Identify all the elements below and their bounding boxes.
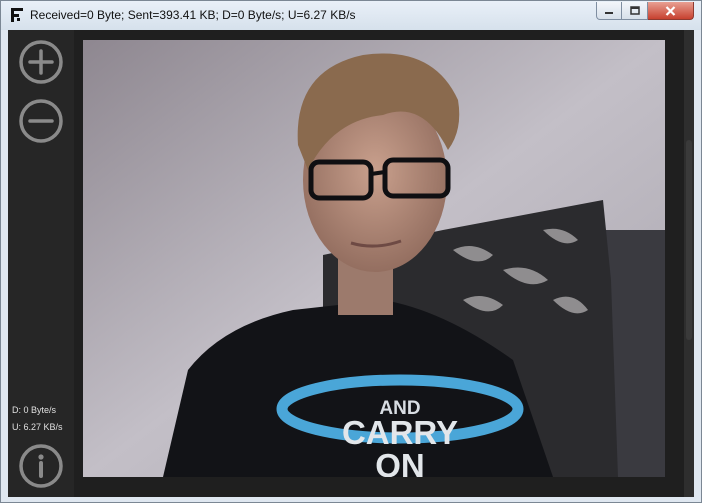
webcam-image: AND CARRY ON xyxy=(83,40,665,477)
upload-rate: U: 6.27 KB/s xyxy=(12,422,63,432)
close-button[interactable] xyxy=(648,2,694,20)
maximize-button[interactable] xyxy=(622,2,648,20)
app-window: Received=0 Byte; Sent=393.41 KB; D=0 Byt… xyxy=(0,0,702,503)
minimize-button[interactable] xyxy=(596,2,622,20)
window-controls xyxy=(596,2,694,20)
minus-circle-icon xyxy=(19,99,63,143)
shirt-text-on: ON xyxy=(375,447,425,477)
title-bar[interactable]: Received=0 Byte; Sent=393.41 KB; D=0 Byt… xyxy=(1,1,701,30)
client-area: D: 0 Byte/s U: 6.27 KB/s AND CARRY ON xyxy=(8,30,694,497)
download-rate: D: 0 Byte/s xyxy=(12,405,57,415)
close-icon xyxy=(665,5,676,16)
shirt-text-carry: CARRY xyxy=(342,414,458,451)
scrollbar-thumb[interactable] xyxy=(686,140,692,340)
scrollbar[interactable] xyxy=(684,30,694,497)
zoom-out-button[interactable] xyxy=(18,98,64,144)
sidebar: D: 0 Byte/s U: 6.27 KB/s xyxy=(8,30,74,497)
plus-circle-icon xyxy=(19,40,63,84)
video-feed: AND CARRY ON xyxy=(83,40,665,477)
info-button[interactable] xyxy=(18,443,64,489)
info-circle-icon xyxy=(19,444,63,488)
zoom-in-button[interactable] xyxy=(18,39,64,85)
app-logo-icon xyxy=(11,8,23,22)
window-title: Received=0 Byte; Sent=393.41 KB; D=0 Byt… xyxy=(30,8,356,22)
minimize-icon xyxy=(605,11,613,14)
maximize-icon xyxy=(629,6,640,15)
